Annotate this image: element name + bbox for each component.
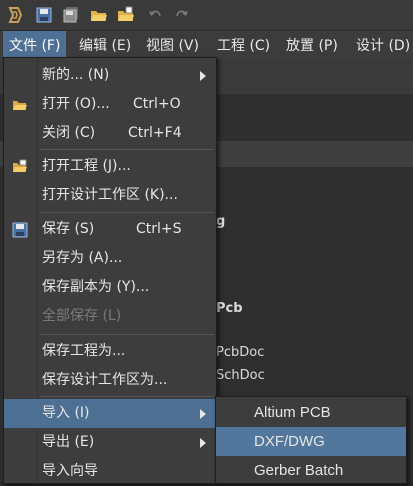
menu-separator: [40, 212, 214, 213]
tree-item[interactable]: Pcb: [216, 301, 243, 316]
shortcut-label: Ctrl+F4: [128, 125, 182, 141]
menu-item-label: 打开 (O)...: [42, 96, 110, 112]
submenu-item-label: Gerber Batch: [254, 462, 344, 479]
tree-item[interactable]: g: [216, 214, 225, 229]
menu-item-label: 保存设计工作区为...: [42, 372, 168, 388]
submenu-item-gerber-batch[interactable]: Gerber Batch: [216, 456, 406, 485]
submenu-item-dxf-dwg[interactable]: DXF/DWG: [216, 427, 406, 456]
menu-item-label: 保存工程为...: [42, 343, 126, 359]
open-folder-icon: [12, 97, 28, 113]
menu-item-save-copy-as[interactable]: 保存副本为 (Y)...: [4, 273, 216, 302]
menu-item-label: 关闭 (C): [42, 125, 96, 141]
submenu-arrow-icon: [200, 71, 206, 81]
shortcut-label: Ctrl+O: [133, 96, 181, 112]
submenu-item-label: Altium PCB: [254, 404, 331, 421]
menu-item-save-project-as[interactable]: 保存工程为...: [4, 337, 216, 366]
menu-item-save-workspace-as[interactable]: 保存设计工作区为...: [4, 366, 216, 395]
menu-item-label: 打开设计工作区 (K)...: [42, 187, 178, 203]
menu-item-label: 导出 (E): [42, 434, 95, 450]
menu-item-open-workspace[interactable]: 打开设计工作区 (K)...: [4, 181, 216, 210]
import-submenu: Altium PCB DXF/DWG Gerber Batch: [215, 396, 407, 484]
file-menu-dropdown: 新的... (N) 打开 (O)... Ctrl+O 关闭 (C) Ctrl+F…: [3, 57, 217, 484]
menu-item-label: 保存副本为 (Y)...: [42, 279, 150, 295]
open-project-icon: [12, 159, 28, 175]
save-icon: [12, 222, 28, 238]
undo-icon[interactable]: [146, 6, 164, 24]
menu-item-close[interactable]: 关闭 (C) Ctrl+F4: [4, 119, 216, 148]
menu-design[interactable]: 设计 (D): [350, 31, 413, 61]
menu-project[interactable]: 工程 (C): [211, 31, 276, 61]
menu-item-label: 新的... (N): [42, 67, 110, 83]
shortcut-label: Ctrl+S: [136, 221, 182, 237]
submenu-arrow-icon: [200, 409, 206, 419]
tree-item[interactable]: SchDoc: [216, 368, 265, 383]
menu-item-label: 全部保存 (L): [42, 308, 122, 324]
submenu-arrow-icon: [200, 438, 206, 448]
menu-item-import[interactable]: 导入 (I): [4, 399, 216, 428]
menu-separator: [40, 396, 214, 397]
redo-icon[interactable]: [173, 6, 191, 24]
menu-item-label: 另存为 (A)...: [42, 250, 123, 266]
menu-separator: [40, 334, 214, 335]
toolbar: [0, 0, 413, 31]
menu-item-export[interactable]: 导出 (E): [4, 428, 216, 457]
menu-item-save[interactable]: 保存 (S) Ctrl+S: [4, 215, 216, 244]
menu-item-open-project[interactable]: 打开工程 (J)...: [4, 152, 216, 181]
menu-item-label: 保存 (S): [42, 221, 95, 237]
open-project-icon[interactable]: [117, 6, 135, 24]
open-folder-icon[interactable]: [90, 6, 108, 24]
submenu-item-altium-pcb[interactable]: Altium PCB: [216, 398, 406, 427]
tree-item[interactable]: PcbDoc: [216, 345, 264, 360]
menu-item-open[interactable]: 打开 (O)... Ctrl+O: [4, 90, 216, 119]
menu-item-save-as[interactable]: 另存为 (A)...: [4, 244, 216, 273]
menu-item-save-all: 全部保存 (L): [4, 302, 216, 331]
menu-item-label: 打开工程 (J)...: [42, 158, 131, 174]
menu-place[interactable]: 放置 (P): [280, 31, 344, 61]
save-all-icon[interactable]: [62, 6, 80, 24]
submenu-item-label: DXF/DWG: [254, 433, 325, 450]
save-icon[interactable]: [35, 6, 53, 24]
menu-item-label: 导入 (I): [42, 405, 90, 421]
app-logo-icon[interactable]: [6, 6, 24, 24]
menu-item-new[interactable]: 新的... (N): [4, 61, 216, 90]
menu-separator: [40, 149, 214, 150]
